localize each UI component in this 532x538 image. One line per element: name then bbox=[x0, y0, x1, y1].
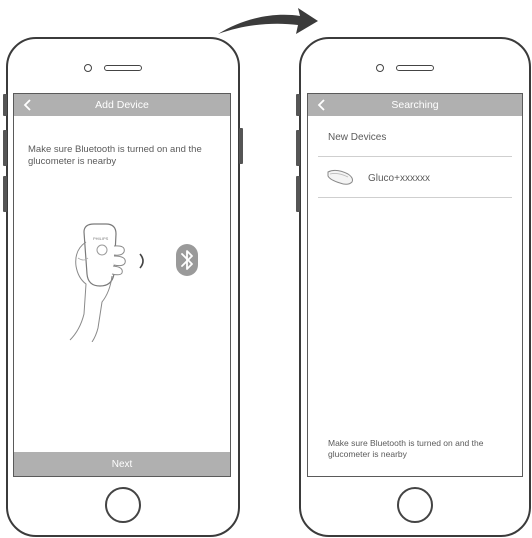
right-screen-title: Searching bbox=[391, 99, 439, 111]
hint-line1: Make sure Bluetooth is turned on and the bbox=[328, 438, 484, 448]
right-navbar: Searching bbox=[308, 94, 522, 116]
device-brand-text: PHILIPS bbox=[93, 236, 109, 241]
next-button[interactable]: Next bbox=[14, 452, 230, 476]
hint-line2: glucometer is nearby bbox=[328, 449, 407, 459]
bluetooth-icon bbox=[176, 244, 198, 276]
transition-arrow-icon bbox=[218, 8, 318, 34]
new-devices-label: New Devices bbox=[328, 132, 387, 143]
next-button-label: Next bbox=[111, 459, 133, 470]
left-screen-title: Add Device bbox=[95, 99, 149, 111]
right-phone-volume-button bbox=[296, 130, 300, 166]
right-phone-volume-button bbox=[296, 176, 300, 212]
left-phone-speaker bbox=[104, 65, 142, 71]
glucometer-thumbnail-icon bbox=[327, 169, 353, 185]
right-phone-camera bbox=[376, 64, 384, 72]
device-name: Gluco+xxxxxx bbox=[368, 173, 430, 184]
left-instruction-line2: glucometer is nearby bbox=[28, 156, 117, 167]
divider bbox=[318, 197, 512, 198]
left-phone-home-button[interactable] bbox=[105, 487, 141, 523]
left-screen: Add Device Make sure Bluetooth is turned… bbox=[13, 93, 231, 477]
signal-wave-icon bbox=[139, 253, 144, 269]
left-phone-camera bbox=[84, 64, 92, 72]
right-screen: Searching New Devices Gluco+xxxxxx Make … bbox=[307, 93, 523, 477]
left-phone-volume-button bbox=[3, 94, 7, 116]
device-list-item[interactable]: Gluco+xxxxxx bbox=[318, 157, 512, 197]
right-phone-home-button[interactable] bbox=[397, 487, 433, 523]
left-phone-volume-button bbox=[3, 176, 7, 212]
left-instruction-line1: Make sure Bluetooth is turned on and the bbox=[28, 144, 202, 155]
left-phone-power-button bbox=[239, 128, 243, 164]
hand-holding-glucometer-illustration: PHILIPS bbox=[69, 223, 126, 342]
right-phone-speaker bbox=[396, 65, 434, 71]
left-navbar: Add Device bbox=[14, 94, 230, 116]
right-phone-volume-button bbox=[296, 94, 300, 116]
left-phone-volume-button bbox=[3, 130, 7, 166]
